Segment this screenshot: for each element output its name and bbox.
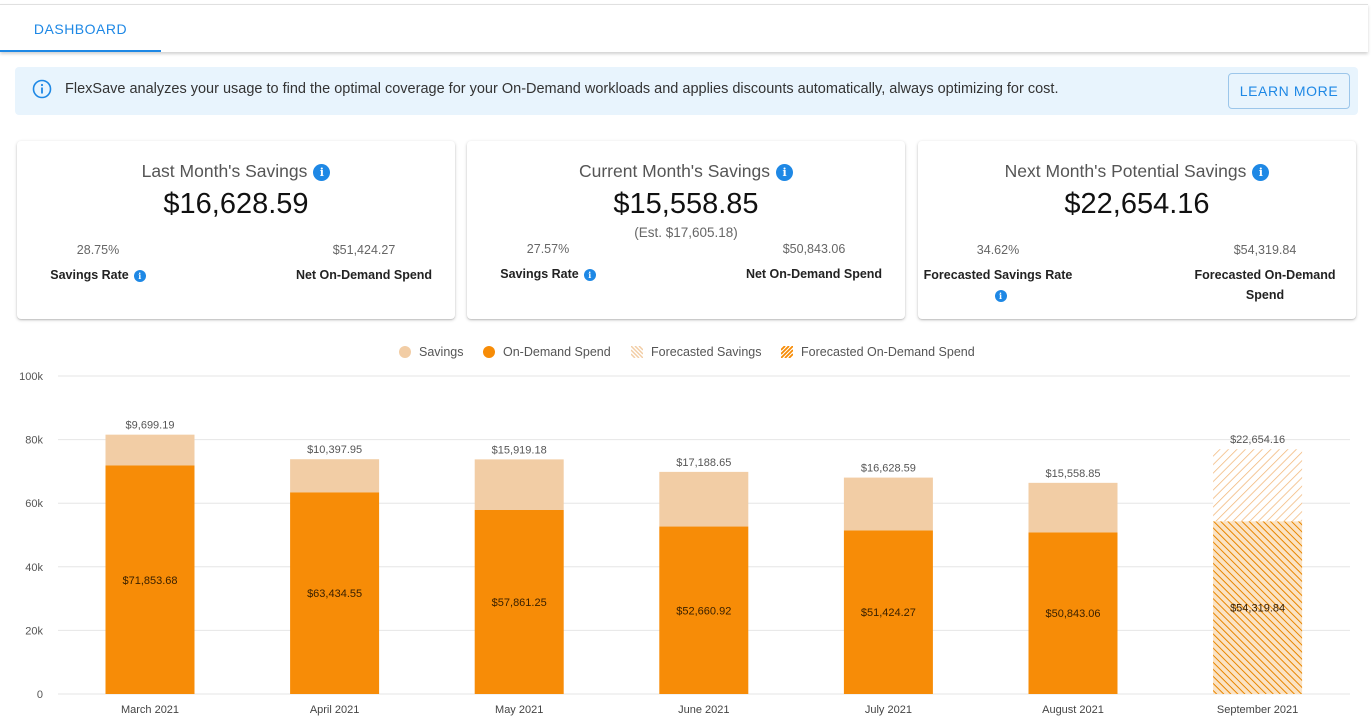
info-icon: [32, 79, 52, 99]
chart-legend: Savings On-Demand Spend Forecasted Savin…: [0, 345, 1372, 361]
card-title: Next Month's Potential Savings i: [918, 161, 1356, 182]
x-tick-label: June 2021: [678, 704, 729, 716]
bar-savings[interactable]: [659, 471, 749, 527]
y-tick-label: 40k: [25, 562, 43, 574]
bar-forecasted-savings[interactable]: [1213, 449, 1303, 522]
card-title-text: Next Month's Potential Savings: [1004, 161, 1247, 181]
savings-rate-stat: 28.75% Savings Rate i: [33, 243, 163, 285]
stat-label-text: Savings Rate: [50, 268, 129, 282]
data-label-savings: $9,699.19: [126, 420, 175, 432]
data-label-on-demand: $52,660.92: [676, 605, 731, 617]
legend-item-on-demand-spend[interactable]: On-Demand Spend: [483, 345, 611, 359]
data-label-on-demand: $51,424.27: [861, 607, 916, 619]
bar-savings[interactable]: [474, 459, 564, 511]
info-icon[interactable]: i: [1252, 164, 1270, 181]
info-icon[interactable]: i: [776, 164, 794, 181]
data-label-on-demand: $63,434.55: [307, 588, 362, 600]
stat-label: Net On-Demand Spend: [745, 267, 883, 281]
stat-label: Savings Rate i: [33, 265, 163, 285]
savings-bar-chart: 0 20k 40k 60k 80k 100k $71,853.68 $9,699.19 Mar…: [19, 371, 1350, 716]
card-value: $16,628.59: [163, 188, 309, 220]
y-tick-label: 20k: [25, 625, 43, 637]
x-tick-label: May 2021: [495, 704, 543, 716]
data-label-on-demand: $50,843.06: [1045, 608, 1100, 620]
card-title-text: Current Month's Savings: [578, 161, 771, 181]
card-title-text: Last Month's Savings: [141, 161, 308, 181]
y-tick-label: 100k: [19, 371, 43, 383]
bar-savings[interactable]: [1028, 482, 1118, 533]
card-title: Last Month's Savings i: [17, 161, 455, 182]
active-tab-indicator: [0, 50, 161, 52]
x-tick-label: July 2021: [865, 704, 912, 716]
learn-more-button[interactable]: LEARN MORE: [1228, 73, 1350, 109]
card-value: $15,558.85: [613, 188, 759, 220]
stat-value: 27.57%: [526, 242, 570, 256]
data-label-savings: $17,188.65: [676, 457, 731, 469]
y-tick-label: 80k: [25, 435, 43, 447]
info-icon[interactable]: i: [313, 164, 331, 181]
stat-value: $50,843.06: [782, 242, 846, 256]
info-icon[interactable]: i: [994, 290, 1007, 302]
x-tick-label: September 2021: [1217, 704, 1298, 716]
stat-value: 28.75%: [76, 243, 120, 257]
legend-swatch: [483, 346, 495, 358]
data-label-savings: $15,919.18: [492, 444, 547, 456]
tab-bar: DASHBOARD: [0, 4, 1368, 52]
banner-text: FlexSave analyzes your usage to find the…: [65, 81, 1059, 97]
data-label-savings: $15,558.85: [1045, 468, 1100, 480]
legend-swatch: [781, 346, 793, 358]
current-month-savings-card: Current Month's Savings i $15,558.85 (Est…: [467, 141, 905, 319]
legend-label: Savings: [419, 345, 464, 359]
bar-savings[interactable]: [290, 459, 380, 493]
savings-rate-stat: 27.57% Savings Rate i: [483, 242, 613, 284]
info-banner: FlexSave analyzes your usage to find the…: [15, 67, 1358, 115]
legend-swatch: [399, 346, 411, 358]
data-label-on-demand: $54,319.84: [1230, 603, 1285, 615]
stat-label-text: Savings Rate: [500, 267, 579, 281]
last-month-savings-card: Last Month's Savings i $16,628.59 28.75% …: [17, 141, 455, 319]
info-icon[interactable]: i: [583, 269, 596, 281]
card-value: $22,654.16: [1064, 188, 1210, 220]
legend-swatch: [631, 346, 643, 358]
legend-label: Forecasted Savings: [651, 345, 762, 359]
data-label-savings: $22,654.16: [1230, 434, 1285, 446]
x-tick-label: April 2021: [310, 704, 360, 716]
stat-label: Forecasted On-Demand Spend: [1194, 268, 1336, 302]
stat-value: 34.62%: [976, 243, 1020, 257]
next-month-potential-savings-card: Next Month's Potential Savings i $22,654.…: [918, 141, 1356, 319]
data-label-on-demand: $57,861.25: [492, 597, 547, 609]
bar-savings[interactable]: [843, 477, 933, 531]
tab-dashboard-label: DASHBOARD: [33, 21, 128, 37]
forecasted-savings-rate-stat: 34.62% Forecasted Savings Rate i: [918, 243, 1078, 305]
card-title: Current Month's Savings i: [467, 161, 905, 182]
net-on-demand-spend-stat: $51,424.27 Net On-Demand Spend: [289, 243, 439, 285]
data-label-on-demand: $71,853.68: [122, 575, 177, 587]
data-label-savings: $16,628.59: [861, 463, 916, 475]
stat-label: Forecasted Savings Rate i: [918, 265, 1078, 305]
chart-bars: [105, 434, 1303, 694]
stat-label-text: Forecasted Savings Rate: [923, 268, 1073, 282]
stat-label: Savings Rate i: [483, 264, 613, 284]
stat-value: $51,424.27: [332, 243, 396, 257]
y-tick-label: 60k: [25, 498, 43, 510]
info-icon[interactable]: i: [133, 270, 146, 282]
legend-item-forecasted-savings[interactable]: Forecasted Savings: [631, 345, 761, 359]
stat-label: Net On-Demand Spend: [295, 268, 433, 282]
x-tick-label: March 2021: [121, 704, 179, 716]
data-label-savings: $10,397.95: [307, 444, 362, 456]
legend-label: On-Demand Spend: [503, 345, 611, 359]
legend-item-forecasted-on-demand-spend[interactable]: Forecasted On-Demand Spend: [781, 345, 975, 359]
stat-value: $54,319.84: [1233, 243, 1297, 257]
legend-label: Forecasted On-Demand Spend: [801, 345, 975, 359]
bar-savings[interactable]: [105, 434, 195, 466]
tab-dashboard[interactable]: DASHBOARD: [0, 5, 161, 53]
forecasted-on-demand-spend-stat: $54,319.84 Forecasted On-Demand Spend: [1190, 243, 1340, 305]
net-on-demand-spend-stat: $50,843.06 Net On-Demand Spend: [739, 242, 889, 284]
card-estimate: (Est. $17,605.18): [634, 225, 738, 240]
legend-item-savings[interactable]: Savings: [399, 345, 463, 359]
y-tick-label: 0: [37, 689, 43, 701]
x-tick-label: August 2021: [1042, 704, 1104, 716]
